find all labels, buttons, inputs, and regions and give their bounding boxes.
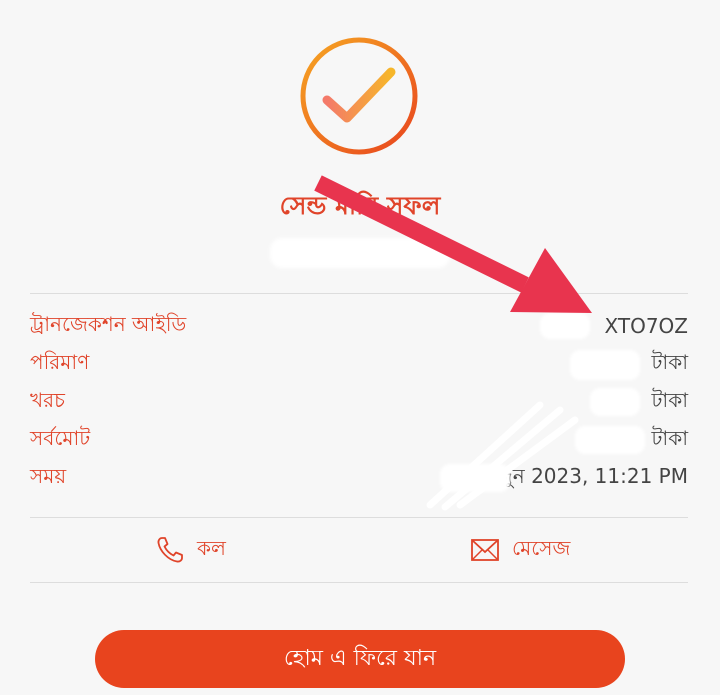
divider	[30, 582, 688, 583]
detail-row-time: সময় জুন 2023, 11:21 PM	[30, 461, 688, 495]
detail-label: পরিমাণ	[30, 349, 90, 374]
message-label: মেসেজ	[512, 535, 571, 560]
page-title: সেন্ড মানি সফল	[279, 191, 441, 220]
detail-label: ট্রানজেকশন আইডি	[30, 311, 187, 336]
detail-label: সময়	[30, 463, 67, 488]
redaction-scribble	[426, 401, 579, 511]
redaction-mark	[540, 313, 590, 339]
envelope-icon	[471, 539, 499, 561]
detail-label: সর্বমোট	[30, 425, 91, 450]
detail-value: XTO7OZ	[604, 314, 688, 338]
redaction-mark	[575, 426, 645, 454]
send-money-success-screen: সেন্ড মানি সফল ট্রানজেকশন আইডি XTO7OZ পর…	[0, 0, 720, 695]
back-to-home-button[interactable]: হোম এ ফিরে যান	[95, 630, 625, 688]
redaction-mark	[590, 388, 640, 416]
phone-icon	[157, 537, 183, 563]
message-button[interactable]: মেসেজ	[470, 530, 570, 570]
call-label: কল	[197, 535, 226, 560]
detail-label: খরচ	[30, 387, 65, 412]
redaction-mark	[570, 350, 640, 380]
checkmark-circle-icon	[300, 37, 418, 155]
detail-value: টাকা	[651, 349, 689, 374]
call-button[interactable]: কল	[155, 530, 226, 570]
detail-value: টাকা	[651, 425, 689, 450]
detail-value: টাকা	[651, 387, 689, 412]
divider	[30, 517, 688, 518]
divider	[30, 293, 688, 294]
redacted-recipient	[270, 238, 450, 268]
